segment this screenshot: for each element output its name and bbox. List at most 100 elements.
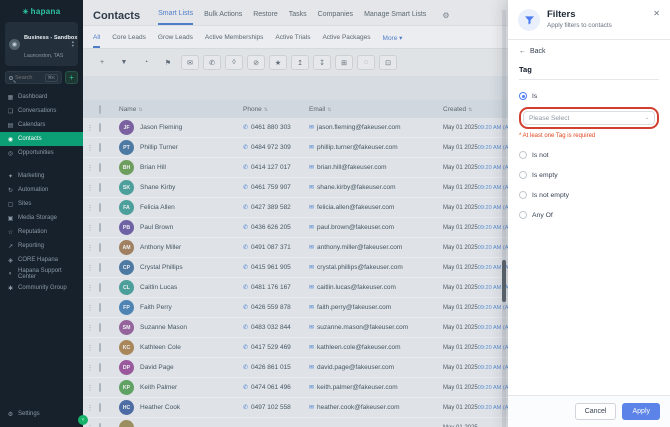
- contact-phone-cell[interactable]: ✆0481 176 167: [243, 284, 309, 291]
- smartlist-tab-active-trials[interactable]: Active Trials: [275, 31, 310, 48]
- radio-icon[interactable]: [519, 211, 527, 219]
- sort-icon[interactable]: ⇅: [264, 107, 268, 113]
- sidebar-item-reputation[interactable]: ☆Reputation: [0, 225, 83, 239]
- row-checkbox[interactable]: [99, 143, 101, 152]
- contact-phone-cell[interactable]: ✆0497 102 558: [243, 404, 309, 411]
- contact-email-cell[interactable]: ✉kathleen.cole@fakeuser.com: [309, 344, 443, 351]
- row-checkbox[interactable]: [99, 423, 101, 427]
- contact-phone-cell[interactable]: ✆0427 389 582: [243, 204, 309, 211]
- export-icon[interactable]: ↥: [291, 55, 309, 70]
- contact-email-cell[interactable]: ✉crystal.phillips@fakeuser.com: [309, 264, 443, 271]
- smartlist-tab-active-memberships[interactable]: Active Memberships: [205, 31, 264, 48]
- smartlist-settings-gear-icon[interactable]: ⚙: [442, 11, 449, 20]
- row-menu-icon[interactable]: ⋮: [83, 344, 97, 352]
- sidebar-item-sites[interactable]: ▢Sites: [0, 197, 83, 211]
- sidebar-collapse-button[interactable]: ‹: [78, 415, 88, 425]
- contact-phone-cell[interactable]: ✆0474 061 496: [243, 384, 309, 391]
- sidebar-search-input[interactable]: [15, 75, 43, 81]
- row-menu-icon[interactable]: ⋮: [83, 224, 97, 232]
- sidebar-item-settings[interactable]: ⚙ Settings: [0, 407, 83, 421]
- contact-name[interactable]: Brian Hill: [140, 164, 166, 171]
- pie-icon[interactable]: ◔: [137, 55, 155, 70]
- sort-icon[interactable]: ⇅: [468, 107, 472, 113]
- tab-tasks[interactable]: Tasks: [289, 7, 307, 24]
- contact-email-cell[interactable]: ✉heather.cook@fakeuser.com: [309, 404, 443, 411]
- contact-email-cell[interactable]: ✉brian.hill@fakeuser.com: [309, 164, 443, 171]
- contact-name[interactable]: Keith Palmer: [140, 384, 177, 391]
- row-checkbox[interactable]: [99, 263, 101, 272]
- row-checkbox[interactable]: [99, 183, 101, 192]
- row-menu-icon[interactable]: ⋮: [83, 304, 97, 312]
- add-contact-icon[interactable]: +: [93, 55, 111, 70]
- contact-phone-cell[interactable]: ✆0426 861 015: [243, 364, 309, 371]
- row-checkbox[interactable]: [99, 223, 101, 232]
- filter-icon[interactable]: ▼: [115, 55, 133, 70]
- smartlist-tab-core-leads[interactable]: Core Leads: [112, 31, 146, 48]
- row-menu-icon[interactable]: ⋮: [83, 184, 97, 192]
- close-icon[interactable]: ✕: [653, 9, 660, 18]
- contact-name[interactable]: David Page: [140, 364, 174, 371]
- business-switcher[interactable]: ◉ Business - Sandbox Launceston, TAS ▴▾: [5, 22, 78, 66]
- sort-icon[interactable]: ⇅: [327, 107, 331, 113]
- contact-name[interactable]: Felicia Allen: [140, 204, 175, 211]
- contact-email-cell[interactable]: ✉phillip.turner@fakeuser.com: [309, 144, 443, 151]
- sidebar-item-dashboard[interactable]: ▦Dashboard: [0, 90, 83, 104]
- row-checkbox[interactable]: [99, 283, 101, 292]
- sidebar-item-contacts[interactable]: ◉Contacts: [0, 132, 83, 146]
- tab-smart-lists[interactable]: Smart Lists: [158, 6, 193, 25]
- contact-name[interactable]: Suzanne Mason: [140, 324, 187, 331]
- contact-name[interactable]: Caitlin Lucas: [140, 284, 177, 291]
- row-checkbox[interactable]: [99, 243, 101, 252]
- contact-phone-cell[interactable]: ✆0414 127 017: [243, 164, 309, 171]
- row-checkbox[interactable]: [99, 343, 101, 352]
- sidebar-item-media-storage[interactable]: ▣Media Storage: [0, 211, 83, 225]
- contact-phone-cell[interactable]: ✆0417 529 469: [243, 344, 309, 351]
- contact-email-cell[interactable]: ✉keith.palmer@fakeuser.com: [309, 384, 443, 391]
- contact-email-cell[interactable]: ✉faith.perry@fakeuser.com: [309, 304, 443, 311]
- contact-phone-cell[interactable]: ✆0484 972 309: [243, 144, 309, 151]
- radio-icon[interactable]: [519, 92, 527, 100]
- contact-name[interactable]: Paul Brown: [140, 224, 173, 231]
- delete-icon[interactable]: ⊘: [247, 55, 265, 70]
- contact-phone-cell[interactable]: ✆0436 626 205: [243, 224, 309, 231]
- row-menu-icon[interactable]: ⋮: [83, 144, 97, 152]
- row-menu-icon[interactable]: ⋮: [83, 264, 97, 272]
- contact-phone-cell[interactable]: ✆0461 880 303: [243, 124, 309, 131]
- smartlist-tab-grow-leads[interactable]: Grow Leads: [158, 31, 193, 48]
- row-checkbox[interactable]: [99, 363, 101, 372]
- contact-email-cell[interactable]: ✉anthony.miller@fakeuser.com: [309, 244, 443, 251]
- contact-phone-cell[interactable]: ✆0426 559 878: [243, 304, 309, 311]
- row-menu-icon[interactable]: ⋮: [83, 364, 97, 372]
- radio-icon[interactable]: [519, 151, 527, 159]
- sidebar-item-community-group[interactable]: ✱Community Group: [0, 281, 83, 295]
- contact-name[interactable]: Kathleen Cole: [140, 344, 181, 351]
- contact-email-cell[interactable]: ✉shane.kirby@fakeuser.com: [309, 184, 443, 191]
- scrollbar-thumb[interactable]: [502, 260, 506, 302]
- smartlist-tab-all[interactable]: All: [93, 31, 100, 48]
- smartlist-tab-more-[interactable]: More ▾: [383, 31, 403, 48]
- radio-icon[interactable]: [519, 191, 527, 199]
- row-menu-icon[interactable]: ⋮: [83, 164, 97, 172]
- sidebar-item-core-hapana[interactable]: ◈CORE Hapana: [0, 253, 83, 267]
- row-checkbox[interactable]: [99, 163, 101, 172]
- row-menu-icon[interactable]: ⋮: [83, 384, 97, 392]
- table-scrollbar[interactable]: [502, 10, 506, 427]
- row-menu-icon[interactable]: ⋮: [83, 124, 97, 132]
- tab-companies[interactable]: Companies: [318, 7, 353, 24]
- back-button[interactable]: ← Back: [519, 48, 659, 55]
- quick-add-button[interactable]: +: [65, 71, 78, 84]
- contact-name[interactable]: Heather Cook: [140, 404, 180, 411]
- sidebar-item-hapana-support-center[interactable]: ◐Hapana Support Center: [0, 267, 83, 281]
- smartlist-tab-active-packages[interactable]: Active Packages: [322, 31, 370, 48]
- merge-icon[interactable]: ⊞: [335, 55, 353, 70]
- row-menu-icon[interactable]: ⋮: [83, 324, 97, 332]
- row-menu-icon[interactable]: ⋮: [83, 284, 97, 292]
- add-to-campaign-icon[interactable]: ✆: [203, 55, 221, 70]
- row-checkbox[interactable]: [99, 303, 101, 312]
- row-menu-icon[interactable]: ⋮: [83, 204, 97, 212]
- chat-icon[interactable]: ◌: [357, 55, 375, 70]
- contact-email-cell[interactable]: ✉jason.fleming@fakeuser.com: [309, 124, 443, 131]
- row-checkbox[interactable]: [99, 323, 101, 332]
- contact-name[interactable]: Phillip Turner: [140, 144, 178, 151]
- tab-restore[interactable]: Restore: [253, 7, 278, 24]
